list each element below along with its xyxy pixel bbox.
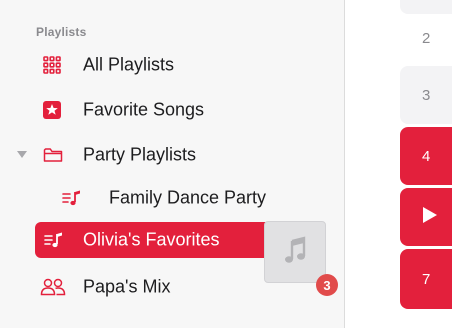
sidebar-item-label: Favorite Songs [83,99,205,120]
section-title: Playlists [36,25,87,39]
track-list: 2 3 4 7 [400,0,452,328]
disclosure-triangle-icon[interactable] [17,151,27,158]
sidebar-item-label: Family Dance Party [109,187,267,208]
sidebar-item-label: Papa's Mix [83,276,171,297]
playlist-icon [44,231,64,249]
track-row[interactable] [400,0,452,14]
sidebar-item-label: Party Playlists [83,144,197,165]
track-number: 3 [422,86,431,104]
people-icon [40,278,66,296]
track-number: 4 [422,147,431,165]
music-note-icon [280,235,310,270]
sidebar-item-all-playlists[interactable]: All Playlists [35,47,335,83]
drag-preview [264,221,326,283]
track-number: 2 [422,29,431,47]
track-row[interactable]: 2 [400,18,452,58]
sidebar-item-family-dance-party[interactable]: Family Dance Party [60,180,335,216]
drag-count-badge: 3 [316,274,338,296]
sidebar-item-label: Olivia's Favorites [83,229,220,250]
star-icon [43,101,61,119]
track-row-selected[interactable]: 7 [400,249,452,309]
track-number: 7 [422,270,431,288]
sidebar-item-favorite-songs[interactable]: Favorite Songs [35,92,335,128]
play-icon[interactable] [422,206,438,228]
folder-icon [43,147,63,163]
grid-icon [43,56,61,74]
sidebar-item-papas-mix[interactable]: Papa's Mix [35,269,255,305]
track-row-playing[interactable] [400,188,452,246]
track-row-selected[interactable]: 4 [400,127,452,185]
playlist-icon [62,189,82,207]
track-row[interactable]: 3 [400,66,452,124]
sidebar-item-label: All Playlists [83,54,175,75]
sidebar-item-party-playlists[interactable]: Party Playlists [35,137,335,173]
